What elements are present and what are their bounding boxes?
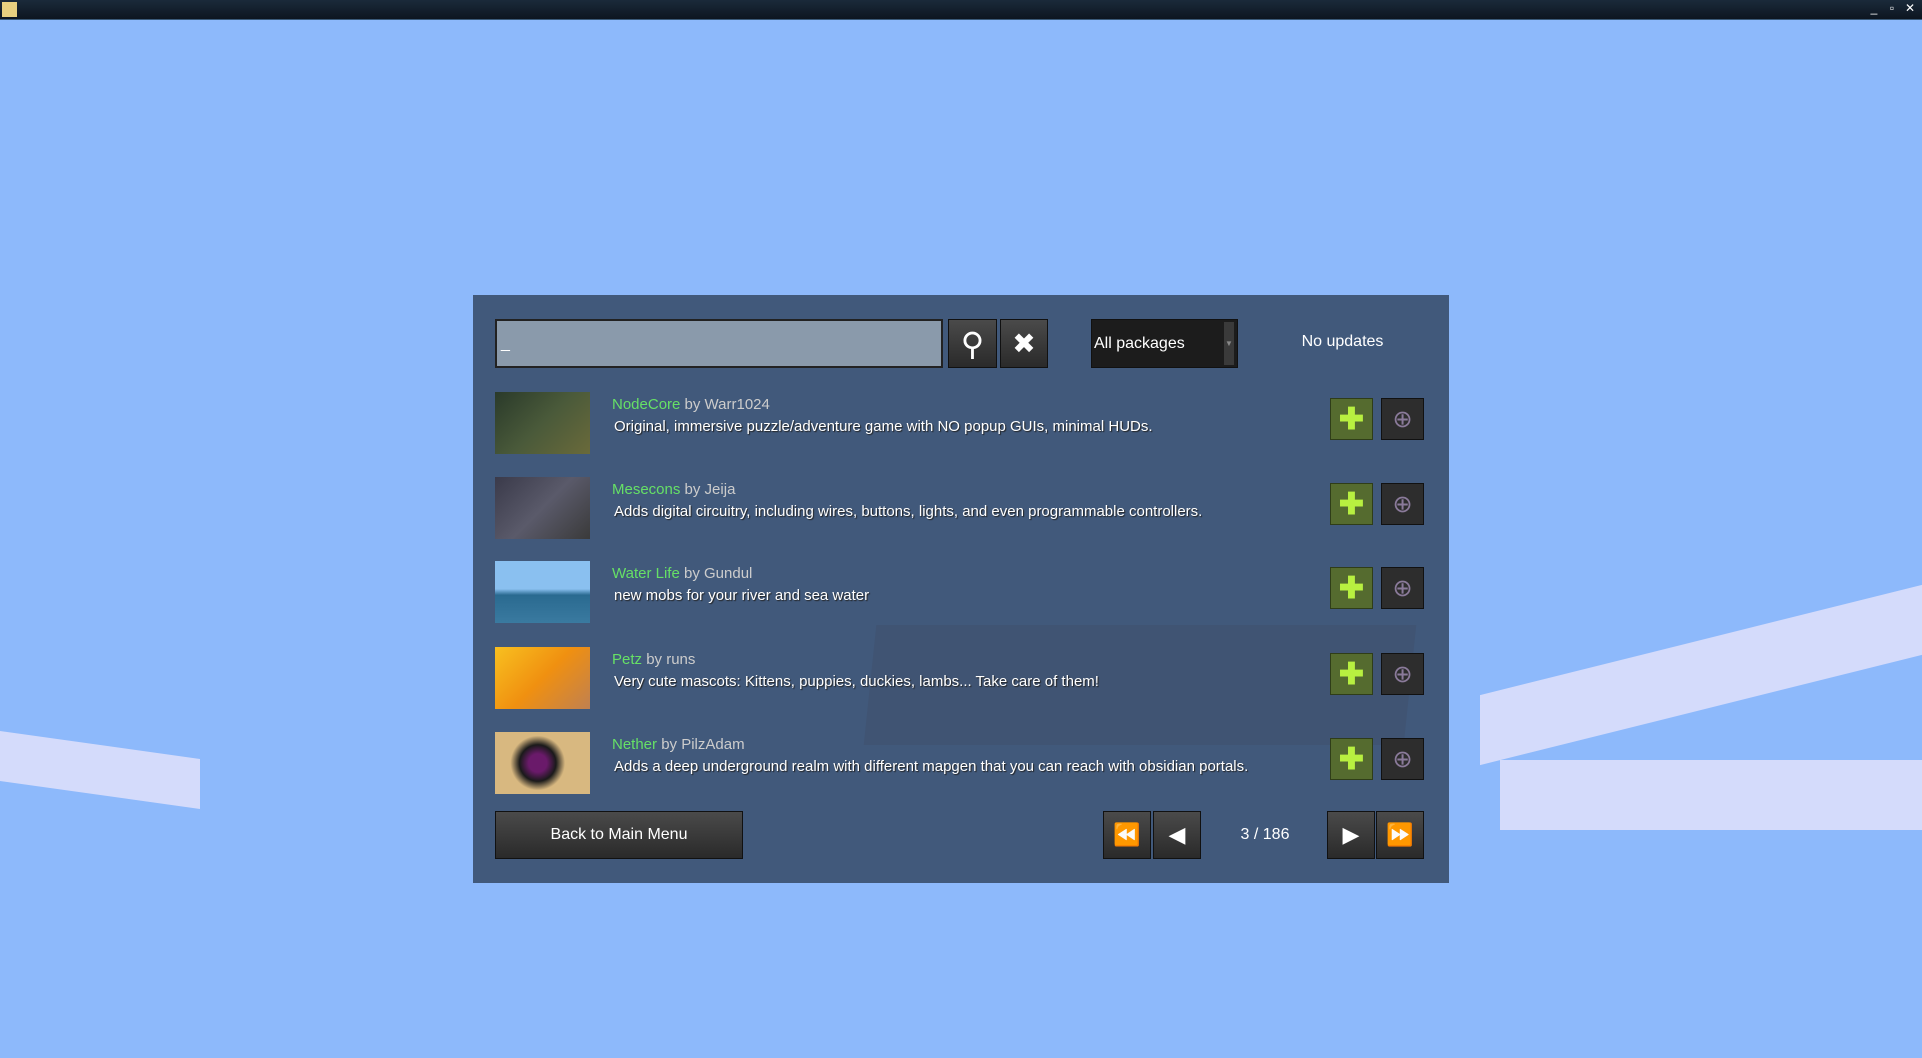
plus-icon: ✚ [1338,487,1365,521]
close-window-button[interactable]: ✕ [1902,1,1918,15]
package-author: by runs [646,651,696,668]
close-icon: ✖ [1012,328,1036,359]
install-button[interactable]: ✚ [1330,483,1373,525]
plus-icon: ✚ [1338,402,1365,436]
package-thumbnail [495,647,590,709]
view-website-button[interactable]: ⊕ [1381,738,1424,780]
globe-icon: ⊕ [1392,490,1413,518]
cloud [1500,760,1922,830]
package-author: by Jeija [684,481,736,498]
package-description: Adds digital circuitry, including wires,… [614,503,1203,520]
double-chevron-left-icon: ⏪ [1113,822,1141,847]
chevron-left-icon: ◀ [1168,822,1186,847]
globe-icon: ⊕ [1392,660,1413,688]
app-icon [2,2,17,17]
package-description: Adds a deep underground realm with diffe… [614,758,1249,775]
chevron-right-icon: ▶ [1342,822,1360,847]
package-author: by Warr1024 [684,396,770,413]
search-icon: ⚲ [960,325,985,362]
view-website-button[interactable]: ⊕ [1381,398,1424,440]
minimize-button[interactable]: _ [1866,1,1882,15]
last-page-button[interactable]: ⏩ [1376,811,1424,859]
window-titlebar: _ ▫ ✕ [0,0,1922,20]
package-thumbnail [495,477,590,539]
maximize-button[interactable]: ▫ [1884,1,1900,15]
back-to-main-menu-button[interactable]: Back to Main Menu [495,811,743,859]
package-thumbnail [495,561,590,623]
chevron-down-icon: ▼ [1224,322,1234,365]
search-button[interactable]: ⚲ [948,319,997,368]
globe-icon: ⊕ [1392,745,1413,773]
package-thumbnail [495,392,590,454]
list-item: NodeCore by Warr1024 Original, immersive… [495,392,1425,454]
package-description: new mobs for your river and sea water [614,587,870,604]
plus-icon: ✚ [1338,571,1365,605]
package-name[interactable]: Petz [612,651,642,668]
install-button[interactable]: ✚ [1330,738,1373,780]
install-button[interactable]: ✚ [1330,567,1373,609]
package-name[interactable]: Water Life [612,565,680,582]
view-website-button[interactable]: ⊕ [1381,653,1424,695]
cloud [0,730,200,810]
install-button[interactable]: ✚ [1330,398,1373,440]
package-author: by PilzAdam [661,736,745,753]
view-website-button[interactable]: ⊕ [1381,483,1424,525]
globe-icon: ⊕ [1392,574,1413,602]
clear-search-button[interactable]: ✖ [1000,319,1048,368]
first-page-button[interactable]: ⏪ [1103,811,1151,859]
globe-icon: ⊕ [1392,405,1413,433]
plus-icon: ✚ [1338,742,1365,776]
view-website-button[interactable]: ⊕ [1381,567,1424,609]
dropdown-value: All packages [1094,335,1185,352]
list-item: Mesecons by Jeija Adds digital circuitry… [495,477,1425,539]
plus-icon: ✚ [1338,657,1365,691]
package-author: by Gundul [683,565,753,582]
list-item: Water Life by Gundul new mobs for your r… [495,561,1425,623]
page-indicator: 3 / 186 [1240,826,1290,843]
package-description: Very cute mascots: Kittens, puppies, duc… [614,673,1099,690]
list-item: Nether by PilzAdam Adds a deep undergrou… [495,732,1425,794]
search-input[interactable]: _ [495,319,943,368]
package-type-dropdown[interactable]: All packages ▼ [1091,319,1238,368]
package-thumbnail [495,732,590,794]
next-page-button[interactable]: ▶ [1327,811,1375,859]
list-item: Petz by runs Very cute mascots: Kittens,… [495,647,1425,709]
package-name[interactable]: Mesecons [612,481,680,498]
previous-page-button[interactable]: ◀ [1153,811,1201,859]
cloud [1480,584,1922,766]
double-chevron-right-icon: ⏩ [1386,822,1414,847]
package-description: Original, immersive puzzle/adventure gam… [614,418,1153,435]
update-status: No updates [1301,333,1384,350]
install-button[interactable]: ✚ [1330,653,1373,695]
package-name[interactable]: NodeCore [612,396,680,413]
package-name[interactable]: Nether [612,736,657,753]
